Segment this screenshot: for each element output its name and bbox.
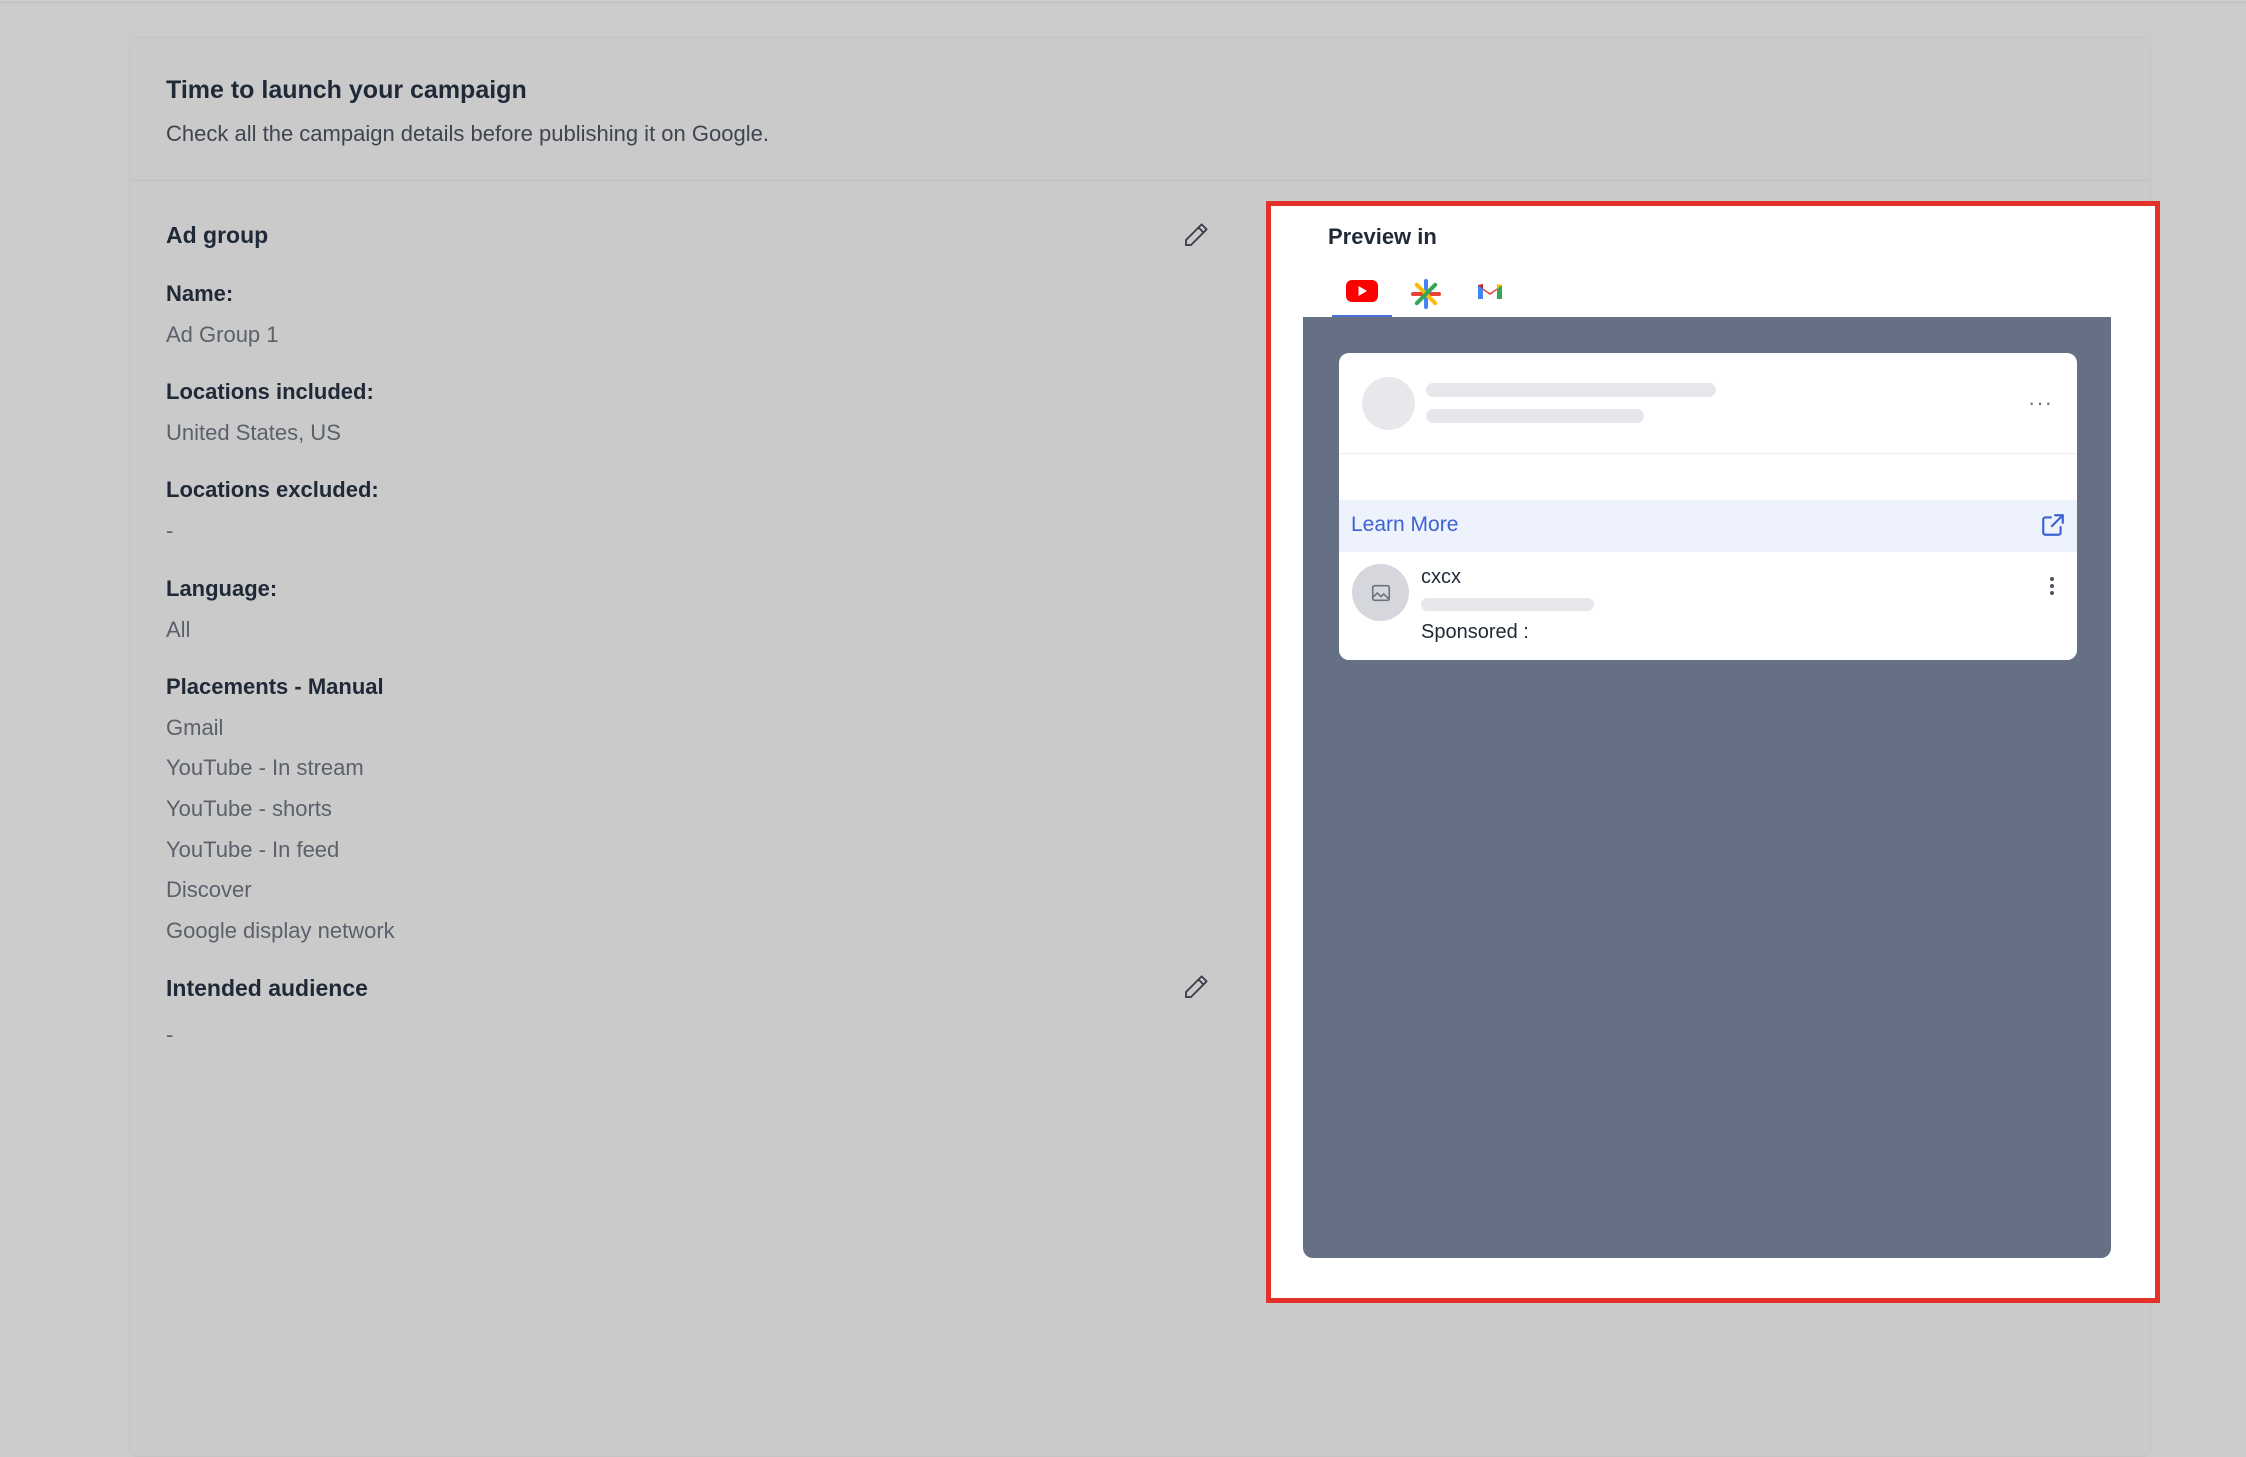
- ad-group-title: Ad group: [166, 222, 269, 248]
- intended-audience-title: Intended audience: [166, 975, 368, 1001]
- google-discover-icon: [1411, 279, 1441, 309]
- channel-name: cxcx: [1421, 566, 1461, 588]
- avatar-placeholder: [1362, 377, 1415, 430]
- intended-audience-value: -: [166, 1022, 174, 1047]
- tab-youtube[interactable]: [1330, 274, 1394, 318]
- skeleton-line: [1426, 409, 1644, 423]
- learn-more-link[interactable]: Learn More: [1351, 513, 1458, 537]
- youtube-icon: [1346, 280, 1378, 302]
- skeleton-line: [1426, 383, 1716, 397]
- name-label: Name:: [166, 281, 234, 306]
- preview-platform-tabs: [1330, 274, 1522, 318]
- channel-avatar: [1352, 564, 1409, 621]
- skeleton-line: [1421, 598, 1594, 611]
- tab-discover[interactable]: [1394, 274, 1458, 318]
- sponsored-label: Sponsored :: [1421, 621, 1529, 643]
- edit-ad-group-button[interactable]: [1178, 217, 1214, 253]
- tab-gmail[interactable]: [1458, 274, 1522, 318]
- pencil-icon: [1185, 223, 1208, 246]
- page-subtitle: Check all the campaign details before pu…: [166, 121, 769, 146]
- language-label: Language:: [166, 576, 278, 601]
- placement-item: YouTube - shorts: [166, 796, 332, 821]
- locations-excluded-value: -: [166, 518, 174, 543]
- image-placeholder-icon: [1371, 584, 1390, 601]
- card-divider: [1339, 453, 2077, 454]
- kebab-menu-icon[interactable]: [2044, 574, 2060, 598]
- placement-item: Google display network: [166, 918, 395, 943]
- page-title: Time to launch your campaign: [166, 76, 527, 104]
- language-value: All: [166, 617, 191, 642]
- pencil-icon: [1185, 975, 1208, 998]
- more-options-icon[interactable]: ···: [2028, 390, 2053, 416]
- locations-included-value: United States, US: [166, 420, 341, 445]
- locations-excluded-label: Locations excluded:: [166, 477, 379, 502]
- preview-title: Preview in: [1328, 224, 1437, 249]
- locations-included-label: Locations included:: [166, 379, 374, 404]
- placement-item: YouTube - In stream: [166, 755, 364, 780]
- name-value: Ad Group 1: [166, 322, 279, 347]
- external-link-icon[interactable]: [2040, 512, 2066, 538]
- header-divider: [130, 180, 2150, 181]
- placement-item: Gmail: [166, 715, 224, 740]
- page-header: Time to launch your campaign Check all t…: [166, 76, 769, 147]
- placement-item: YouTube - In feed: [166, 837, 340, 862]
- gmail-icon: [1478, 284, 1502, 299]
- edit-audience-button[interactable]: [1178, 969, 1214, 1005]
- placements-label: Placements - Manual: [166, 674, 384, 699]
- placement-item: Discover: [166, 877, 252, 902]
- top-divider: [0, 2, 2246, 3]
